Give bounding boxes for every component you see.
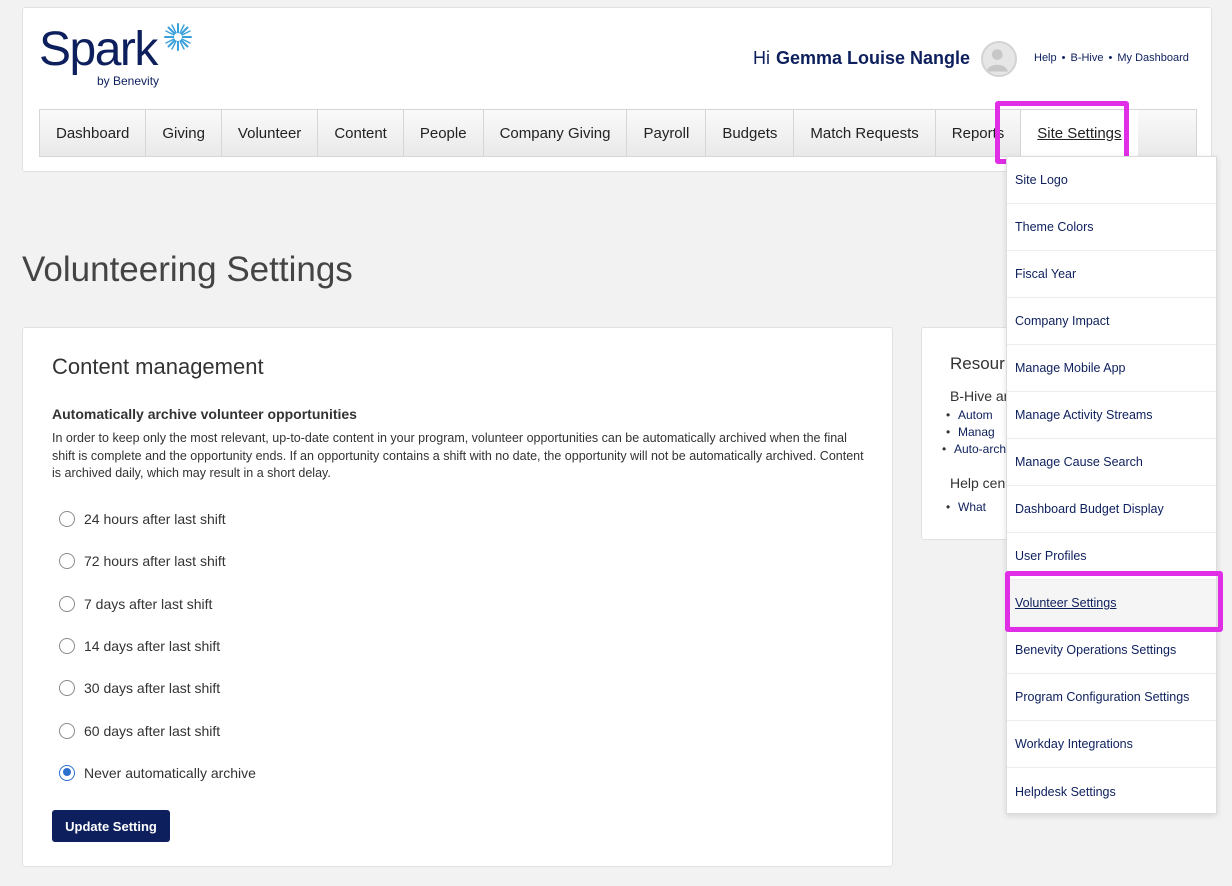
nav-people[interactable]: People — [404, 110, 484, 156]
option-72-hours[interactable]: 72 hours after last shift — [59, 540, 256, 582]
option-label: 30 days after last shift — [84, 680, 221, 697]
archive-options: 24 hours after last shift 72 hours after… — [59, 498, 256, 794]
menu-dashboard-budget-display[interactable]: Dashboard Budget Display — [1007, 486, 1216, 533]
radio-button[interactable] — [59, 722, 75, 739]
archive-description: In order to keep only the most relevant,… — [52, 431, 864, 480]
nav-content[interactable]: Content — [318, 110, 404, 156]
archive-subheading: Automatically archive volunteer opportun… — [52, 406, 357, 422]
option-label: 60 days after last shift — [84, 722, 221, 739]
resources-link[interactable]: What — [946, 500, 986, 514]
option-label: Never automatically archive — [84, 764, 256, 781]
user-name: Gemma Louise Nangle — [776, 48, 971, 68]
menu-benevity-operations-settings[interactable]: Benevity Operations Settings — [1007, 627, 1216, 674]
menu-theme-colors[interactable]: Theme Colors — [1007, 204, 1216, 251]
resources-help-text: Help cen — [950, 475, 1006, 491]
nav-payroll[interactable]: Payroll — [627, 110, 707, 156]
resources-link[interactable]: Auto-arch — [942, 442, 1006, 456]
menu-company-impact[interactable]: Company Impact — [1007, 298, 1216, 345]
menu-workday-integrations[interactable]: Workday Integrations — [1007, 721, 1216, 768]
main-nav: Dashboard Giving Volunteer Content Peopl… — [39, 109, 1197, 157]
top-links: Help • B-Hive • My Dashboard — [1034, 52, 1189, 64]
content-management-card: Content management Automatically archive… — [22, 327, 893, 867]
menu-user-profiles[interactable]: User Profiles — [1007, 533, 1216, 580]
radio-button[interactable] — [59, 638, 75, 655]
help-link[interactable]: Help — [1034, 52, 1057, 64]
nav-match-requests[interactable]: Match Requests — [794, 110, 936, 156]
resources-title: Resour — [950, 354, 1005, 373]
card-heading: Content management — [52, 354, 264, 379]
logo-wordmark: Spark — [39, 23, 158, 76]
menu-site-logo[interactable]: Site Logo — [1007, 157, 1216, 204]
nav-company-giving[interactable]: Company Giving — [484, 110, 628, 156]
resources-link[interactable]: Manag — [946, 425, 995, 439]
page-title: Volunteering Settings — [22, 250, 353, 289]
option-label: 24 hours after last shift — [84, 511, 226, 528]
user-menu[interactable]: Hi Gemma Louise Nangle — [753, 48, 995, 69]
radio-button[interactable] — [59, 680, 75, 697]
menu-program-configuration-settings[interactable]: Program Configuration Settings — [1007, 674, 1216, 721]
menu-helpdesk-settings[interactable]: Helpdesk Settings — [1007, 768, 1216, 815]
menu-manage-mobile-app[interactable]: Manage Mobile App — [1007, 345, 1216, 392]
option-14-days[interactable]: 14 days after last shift — [59, 625, 256, 667]
menu-manage-cause-search[interactable]: Manage Cause Search — [1007, 439, 1216, 486]
spark-star-icon — [164, 23, 192, 51]
option-60-days[interactable]: 60 days after last shift — [59, 709, 256, 751]
radio-button[interactable] — [59, 553, 75, 570]
separator: • — [1108, 52, 1113, 64]
spark-logo[interactable]: Spark by Benevity — [39, 22, 209, 92]
option-label: 72 hours after last shift — [84, 553, 226, 570]
radio-button[interactable] — [59, 511, 75, 528]
option-label: 14 days after last shift — [84, 638, 221, 655]
resources-link[interactable]: Autom — [946, 408, 993, 422]
resources-bhive-text: B-Hive ar — [950, 388, 1009, 404]
greeting-text: Hi — [753, 48, 770, 68]
radio-button-selected[interactable] — [59, 764, 75, 781]
bhive-link[interactable]: B-Hive — [1070, 52, 1103, 64]
logo-subtitle: by Benevity — [97, 74, 160, 88]
option-24-hours[interactable]: 24 hours after last shift — [59, 498, 256, 540]
update-setting-button[interactable]: Update Setting — [52, 810, 170, 842]
option-never[interactable]: Never automatically archive — [59, 752, 256, 794]
menu-volunteer-settings[interactable]: Volunteer Settings — [1007, 580, 1216, 627]
separator: • — [1061, 52, 1066, 64]
menu-fiscal-year[interactable]: Fiscal Year — [1007, 251, 1216, 298]
nav-reports[interactable]: Reports — [936, 110, 1022, 156]
site-settings-dropdown: Site Logo Theme Colors Fiscal Year Compa… — [1006, 156, 1217, 814]
nav-budgets[interactable]: Budgets — [706, 110, 795, 156]
my-dashboard-link[interactable]: My Dashboard — [1117, 52, 1189, 64]
user-avatar-icon — [986, 49, 1008, 72]
option-30-days[interactable]: 30 days after last shift — [59, 667, 256, 709]
avatar[interactable] — [981, 41, 1017, 77]
menu-manage-activity-streams[interactable]: Manage Activity Streams — [1007, 392, 1216, 439]
nav-site-settings[interactable]: Site Settings — [1021, 110, 1138, 156]
option-7-days[interactable]: 7 days after last shift — [59, 583, 256, 625]
nav-volunteer[interactable]: Volunteer — [222, 110, 319, 156]
option-label: 7 days after last shift — [84, 595, 213, 612]
radio-button[interactable] — [59, 595, 75, 612]
header: Spark by Benevity Hi Gemma Louise Nangle — [22, 7, 1212, 172]
nav-giving[interactable]: Giving — [146, 110, 222, 156]
nav-dashboard[interactable]: Dashboard — [40, 110, 147, 156]
